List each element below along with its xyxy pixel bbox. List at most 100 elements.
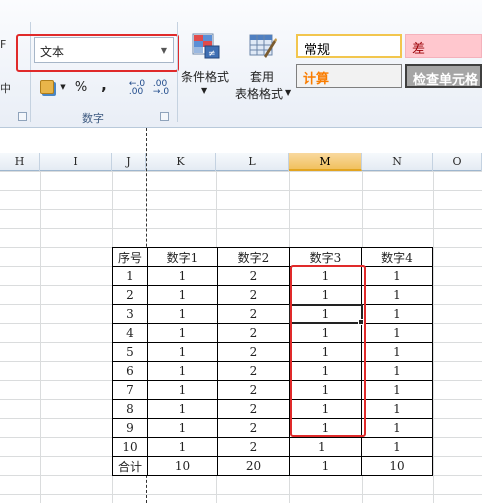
format-as-table-label-line1[interactable]: 套用 [250, 68, 274, 85]
total-cell[interactable]: 10 [361, 456, 433, 476]
format-as-table-label-line2[interactable]: 表格格式 [235, 85, 283, 102]
column-header-o[interactable]: O [433, 153, 482, 171]
column-header-n[interactable]: N [362, 153, 433, 171]
increase-decimal-icon: ←.0 .00 [128, 79, 146, 97]
column-header-bar: H I J K L M N O [0, 153, 482, 171]
total-label-cell[interactable]: 合计 [112, 456, 148, 476]
data-table: 序号 数字1 数字2 数字3 数字4 1 1 2 1 1 2 1 2 1 1 3… [112, 247, 433, 476]
table-cell[interactable]: 1 [361, 437, 433, 457]
highlight-box-column-m [290, 265, 366, 437]
table-cell[interactable]: 1 [147, 266, 218, 286]
table-header-cell[interactable]: 数字2 [217, 247, 290, 267]
truncated-label: 中 [0, 82, 11, 95]
table-cell[interactable]: 7 [112, 380, 148, 400]
table-cell[interactable]: 1 [361, 399, 433, 419]
ribbon: F 中 文本 ▼ ▼ % , ←.0 .00 .00 →.0 数字 ≠ 条件格式… [0, 0, 482, 128]
column-header-l[interactable]: L [216, 153, 289, 171]
column-header-j[interactable]: J [112, 153, 146, 171]
table-cell[interactable]: 1 [147, 285, 218, 305]
table-cell[interactable]: 1 [147, 323, 218, 343]
table-cell[interactable]: 1 [361, 380, 433, 400]
comma-style-button[interactable]: , [95, 76, 113, 94]
table-cell[interactable]: 2 [217, 304, 290, 324]
table-cell[interactable]: 2 [217, 323, 290, 343]
decrease-decimal-button[interactable]: .00 →.0 [150, 79, 172, 97]
decrease-decimal-icon: .00 →.0 [152, 79, 170, 97]
table-cell[interactable]: 1 [361, 285, 433, 305]
table-cell[interactable]: 1 [147, 304, 218, 324]
column-header-k[interactable]: K [146, 153, 216, 171]
cell-style-calculation[interactable]: 计算 [296, 64, 402, 88]
number-group-launcher[interactable] [160, 112, 169, 121]
chevron-down-icon: ▼ [60, 83, 66, 91]
table-cell[interactable]: 1 [147, 342, 218, 362]
table-cell[interactable]: 10 [112, 437, 148, 457]
table-cell[interactable]: 2 [217, 418, 290, 438]
table-cell[interactable]: 1 [147, 399, 218, 419]
column-header-h[interactable]: H [0, 153, 40, 171]
increase-decimal-button[interactable]: ←.0 .00 [126, 79, 148, 97]
table-cell[interactable]: 1 [147, 437, 218, 457]
cell-style-bad[interactable]: 差 [405, 34, 482, 58]
column-header-i[interactable]: I [40, 153, 112, 171]
cell-style-check-cell[interactable]: 检查单元格 [405, 64, 482, 88]
table-cell[interactable]: 9 [112, 418, 148, 438]
table-row: 2 1 2 1 1 [112, 285, 433, 305]
table-header-row: 序号 数字1 数字2 数字3 数字4 [112, 247, 433, 267]
table-cell[interactable]: 1 [112, 266, 148, 286]
table-cell[interactable]: 1 [147, 380, 218, 400]
table-cell[interactable]: 2 [217, 361, 290, 381]
table-cell[interactable]: 2 [217, 266, 290, 286]
chevron-down-icon[interactable]: ▼ [201, 86, 207, 95]
table-cell[interactable]: 1 [361, 418, 433, 438]
table-row: 3 1 2 1 1 [112, 304, 433, 324]
truncated-label: F [0, 38, 7, 51]
table-row: 10 1 2 1 1 [112, 437, 433, 457]
table-cell[interactable]: 2 [217, 285, 290, 305]
table-cell[interactable]: 1 [361, 361, 433, 381]
table-row: 6 1 2 1 1 [112, 361, 433, 381]
table-cell[interactable]: 1 [361, 342, 433, 362]
table-cell[interactable]: 8 [112, 399, 148, 419]
table-header-cell[interactable]: 数字3 [289, 247, 362, 267]
total-cell[interactable]: 1 [289, 456, 362, 476]
format-as-table-icon[interactable] [248, 32, 278, 60]
table-cell[interactable]: 1 [147, 361, 218, 381]
table-cell[interactable]: 1 [147, 418, 218, 438]
table-cell[interactable]: 2 [217, 380, 290, 400]
table-header-cell[interactable]: 数字4 [361, 247, 433, 267]
alignment-group-launcher[interactable] [18, 112, 27, 121]
table-row: 7 1 2 1 1 [112, 380, 433, 400]
table-cell[interactable]: 3 [112, 304, 148, 324]
svg-text:≠: ≠ [208, 49, 216, 59]
table-cell[interactable]: 6 [112, 361, 148, 381]
total-cell[interactable]: 10 [147, 456, 218, 476]
highlight-box-format [16, 34, 179, 72]
grid-column-line [40, 171, 41, 503]
number-group-title: 数字 [82, 112, 104, 125]
table-cell[interactable]: 2 [217, 437, 290, 457]
table-cell[interactable]: 2 [217, 342, 290, 362]
conditional-formatting-icon[interactable]: ≠ [191, 32, 221, 60]
cell-style-normal[interactable]: 常规 [296, 34, 402, 58]
table-cell[interactable]: 5 [112, 342, 148, 362]
table-header-cell[interactable]: 序号 [112, 247, 148, 267]
currency-icon [40, 80, 55, 94]
table-cell[interactable]: 1 [361, 304, 433, 324]
table-cell[interactable]: 1 [361, 266, 433, 286]
column-header-m[interactable]: M [289, 153, 362, 171]
total-cell[interactable]: 20 [217, 456, 290, 476]
table-total-row: 合计 10 20 1 10 [112, 456, 433, 476]
grid-column-line [433, 171, 434, 503]
table-cell[interactable]: 2 [217, 399, 290, 419]
table-cell[interactable]: 4 [112, 323, 148, 343]
table-cell[interactable]: 2 [112, 285, 148, 305]
table-header-cell[interactable]: 数字1 [147, 247, 218, 267]
table-row: 1 1 2 1 1 [112, 266, 433, 286]
percent-style-button[interactable]: % [72, 78, 90, 96]
accounting-format-button[interactable]: ▼ [40, 78, 66, 96]
chevron-down-icon[interactable]: ▼ [285, 88, 291, 97]
table-cell[interactable]: 1 [289, 437, 362, 457]
table-cell[interactable]: 1 [361, 323, 433, 343]
conditional-formatting-label[interactable]: 条件格式 [181, 68, 229, 85]
